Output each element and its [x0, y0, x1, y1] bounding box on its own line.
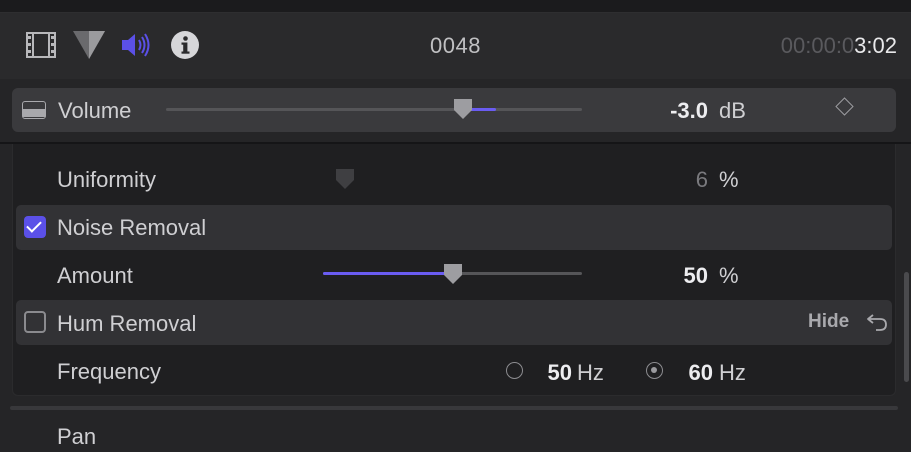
volume-slider-track[interactable]	[166, 108, 582, 111]
uniformity-value[interactable]: 6	[660, 167, 708, 193]
timecode: 00:00:03:02	[781, 33, 897, 59]
frequency-60-radio[interactable]	[646, 362, 663, 379]
color-inspector-icon[interactable]	[72, 30, 106, 65]
amount-slider-fill	[323, 272, 453, 275]
pan-label[interactable]: Pan	[57, 424, 96, 450]
frequency-50-radio[interactable]	[506, 362, 523, 379]
scrollbar[interactable]	[904, 272, 909, 382]
uniformity-unit: %	[719, 167, 739, 192]
timecode-leading: 00:00:0	[780, 33, 855, 58]
volume-label: Volume	[58, 98, 132, 123]
info-inspector-icon[interactable]	[170, 30, 200, 65]
volume-slider-thumb[interactable]	[454, 99, 472, 119]
frequency-label: Frequency	[57, 359, 161, 384]
hum-removal-checkbox[interactable]	[24, 311, 46, 333]
keyframe-diamond-icon[interactable]	[835, 97, 854, 116]
volume-unit: dB	[719, 98, 746, 123]
frequency-60-value: 60	[688, 360, 713, 385]
noise-removal-label: Noise Removal	[57, 215, 207, 240]
clip-name: 0048	[430, 33, 481, 58]
hum-removal-label: Hum Removal	[57, 311, 197, 336]
amount-label: Amount	[57, 263, 133, 288]
frequency-50-value: 50	[547, 360, 572, 385]
volume-section-icon[interactable]	[22, 101, 46, 119]
volume-row: Volume -3.0 dB	[12, 88, 896, 132]
frequency-60-unit: Hz	[719, 360, 746, 385]
noise-removal-checkbox[interactable]	[24, 216, 46, 238]
frequency-50-unit: Hz	[577, 360, 604, 385]
amount-unit: %	[719, 263, 739, 288]
reset-icon[interactable]	[866, 310, 890, 337]
section-divider	[10, 406, 898, 410]
volume-value[interactable]: -3.0	[642, 98, 708, 124]
amount-value[interactable]: 50	[660, 263, 708, 289]
video-inspector-icon[interactable]	[26, 32, 56, 63]
window-top-bar	[0, 0, 911, 13]
timecode-value: 3:02	[854, 33, 897, 58]
uniformity-label: Uniformity	[57, 167, 157, 192]
hide-button[interactable]: Hide	[808, 311, 849, 333]
audio-inspector-icon[interactable]	[120, 31, 154, 64]
